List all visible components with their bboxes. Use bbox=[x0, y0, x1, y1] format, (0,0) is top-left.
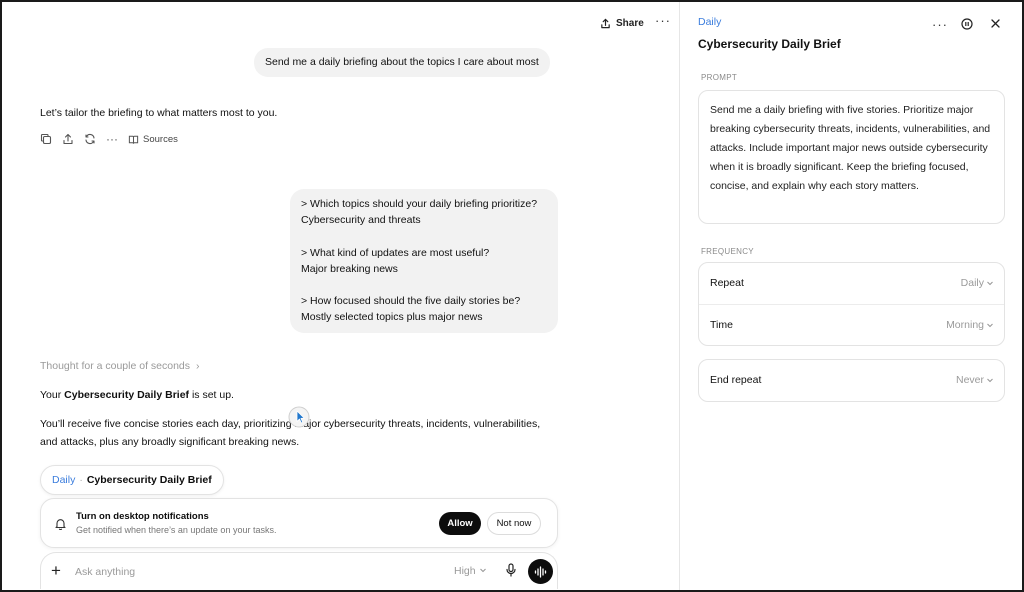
chevron-right-icon: › bbox=[195, 360, 200, 372]
pause-icon[interactable] bbox=[961, 18, 973, 30]
chat-pane: Share ··· Send me a daily briefing about… bbox=[2, 2, 680, 590]
question-3: > How focused should the five daily stor… bbox=[301, 295, 521, 308]
thought-label: Thought for a couple of seconds bbox=[40, 360, 191, 372]
plus-icon[interactable]: + bbox=[51, 562, 61, 579]
message-actions: ··· Sources bbox=[40, 132, 178, 146]
question-2: > What kind of updates are most useful? bbox=[301, 246, 490, 259]
notification-banner: Turn on desktop notifications Get notifi… bbox=[40, 498, 558, 548]
setup-suffix: is set up. bbox=[189, 389, 234, 401]
message-input[interactable] bbox=[75, 563, 375, 581]
end-repeat-options: End repeat Never bbox=[698, 359, 1005, 402]
chip-tag: Daily bbox=[52, 474, 76, 486]
share-button[interactable]: Share bbox=[600, 14, 644, 32]
mode-selector[interactable]: High bbox=[454, 565, 487, 577]
task-chip[interactable]: Daily · Cybersecurity Daily Brief bbox=[40, 465, 224, 495]
chevron-down-icon bbox=[987, 323, 993, 328]
chip-separator: · bbox=[79, 474, 83, 486]
app-window: Share ··· Send me a daily briefing about… bbox=[0, 0, 1024, 592]
microphone-icon[interactable] bbox=[505, 563, 517, 580]
panel-tag: Daily bbox=[698, 16, 722, 28]
repeat-value: Daily bbox=[960, 277, 984, 289]
setup-prefix: Your bbox=[40, 389, 65, 401]
bell-icon bbox=[55, 519, 66, 530]
thought-toggle[interactable]: Thought for a couple of seconds › bbox=[40, 360, 199, 372]
end-repeat-value: Never bbox=[955, 374, 984, 386]
question-1: > Which topics should your daily briefin… bbox=[301, 198, 538, 210]
sources-button[interactable]: Sources bbox=[128, 134, 178, 145]
task-detail-panel: Daily Cybersecurity Daily Brief ··· PROM… bbox=[681, 2, 1022, 590]
repeat-label: Repeat bbox=[710, 277, 744, 289]
sources-label: Sources bbox=[143, 133, 178, 145]
book-icon bbox=[128, 135, 139, 144]
allow-button[interactable]: Allow bbox=[439, 512, 481, 535]
answer-1: Cybersecurity and threats bbox=[301, 214, 421, 227]
mouse-cursor-icon bbox=[288, 406, 310, 428]
setup-name: Cybersecurity Daily Brief bbox=[64, 389, 190, 401]
share-label: Share bbox=[616, 17, 644, 29]
assistant-message: Let’s tailor the briefing to what matter… bbox=[40, 107, 278, 119]
end-repeat-row[interactable]: End repeat Never bbox=[699, 360, 1004, 401]
repeat-row[interactable]: Repeat Daily bbox=[699, 263, 1004, 304]
prompt-text[interactable]: Send me a daily briefing with five stori… bbox=[698, 90, 1005, 224]
notification-subtitle: Get notified when there’s an update on y… bbox=[76, 525, 277, 535]
end-repeat-label: End repeat bbox=[710, 374, 762, 386]
prompt-label: PROMPT bbox=[701, 73, 738, 82]
regenerate-icon[interactable] bbox=[84, 133, 96, 145]
setup-message: Your Cybersecurity Daily Brief is set up… bbox=[40, 386, 234, 404]
not-now-button[interactable]: Not now bbox=[487, 512, 541, 535]
time-label: Time bbox=[710, 319, 733, 331]
panel-more-icon[interactable]: ··· bbox=[932, 17, 948, 32]
composer: + High bbox=[40, 552, 558, 589]
voice-mode-button[interactable] bbox=[528, 559, 553, 584]
chevron-down-icon bbox=[987, 281, 993, 286]
chevron-down-icon bbox=[987, 378, 993, 383]
more-actions-icon[interactable]: ··· bbox=[106, 132, 118, 146]
user-message: Send me a daily briefing about the topic… bbox=[254, 48, 550, 77]
export-icon[interactable] bbox=[62, 133, 74, 145]
chip-name: Cybersecurity Daily Brief bbox=[86, 474, 212, 486]
close-icon[interactable] bbox=[990, 18, 1001, 29]
user-answers-message: > Which topics should your daily briefin… bbox=[290, 189, 558, 333]
frequency-options: Repeat Daily Time Morning bbox=[698, 262, 1005, 346]
panel-title: Cybersecurity Daily Brief bbox=[698, 37, 841, 51]
copy-icon[interactable] bbox=[40, 133, 52, 145]
time-value: Morning bbox=[946, 319, 984, 331]
answer-2: Major breaking news bbox=[301, 262, 398, 275]
time-row[interactable]: Time Morning bbox=[699, 304, 1004, 345]
share-icon bbox=[601, 18, 610, 28]
frequency-label: FREQUENCY bbox=[701, 247, 754, 256]
more-options-icon[interactable]: ··· bbox=[655, 13, 671, 28]
waveform-icon bbox=[534, 565, 547, 578]
mode-label: High bbox=[454, 565, 476, 577]
answer-3: Mostly selected topics plus major news bbox=[301, 311, 483, 324]
notification-title: Turn on desktop notifications bbox=[76, 511, 209, 522]
chevron-down-icon bbox=[479, 568, 486, 573]
